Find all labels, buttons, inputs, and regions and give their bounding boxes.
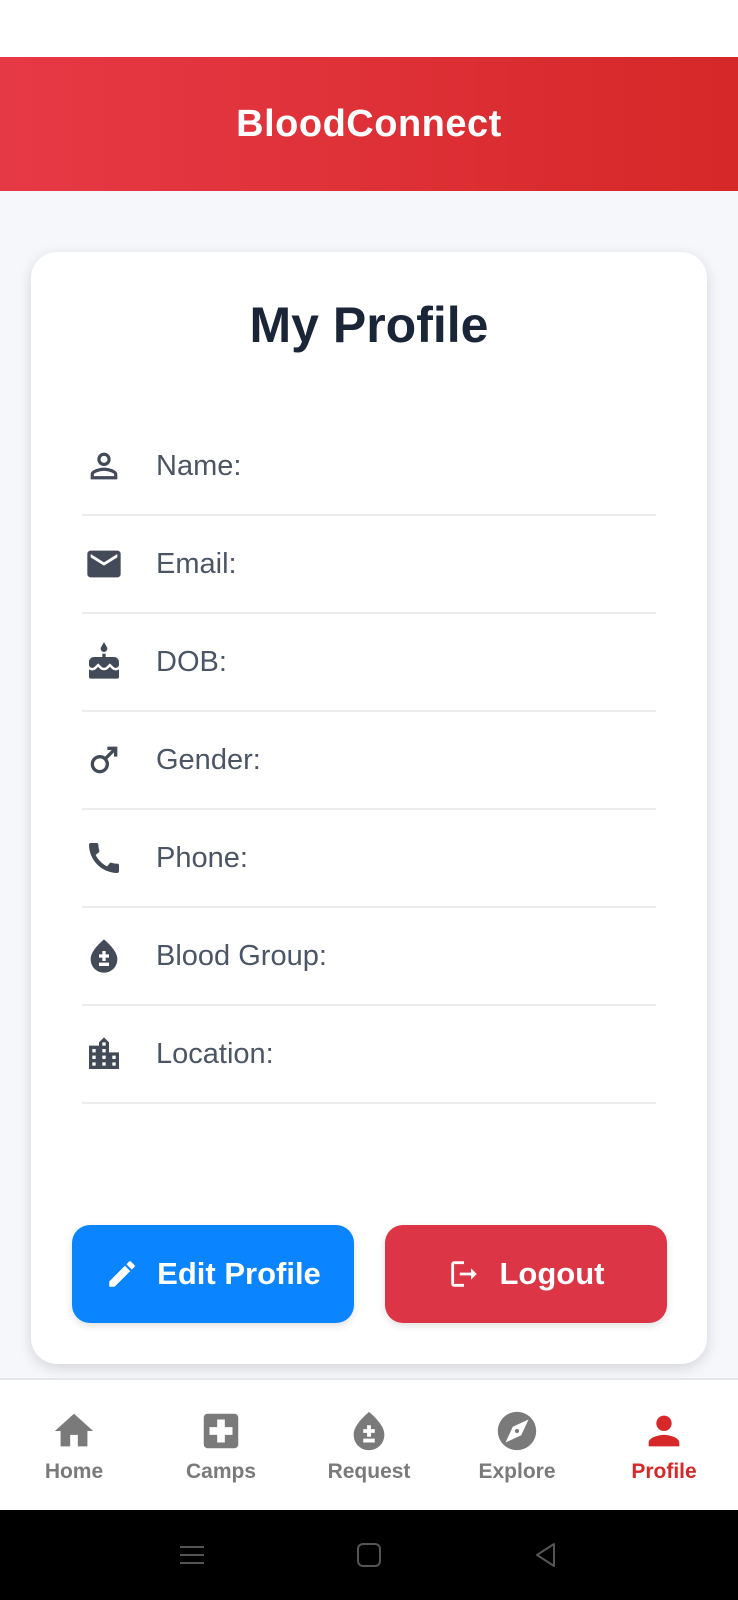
nav-label-profile: Profile [631,1460,697,1483]
field-row-gender: Gender: [82,712,656,810]
logout-icon [451,1261,478,1287]
back-icon[interactable] [530,1539,562,1571]
field-row-email: Email: [82,516,656,614]
field-row-dob: DOB: [82,614,656,712]
blood-drop-icon [84,936,124,976]
field-label-email: Email: [156,547,237,580]
male-icon [84,740,124,780]
phone-icon [84,838,124,878]
nav-label-explore: Explore [478,1460,556,1483]
home-button-icon[interactable] [353,1539,385,1571]
home-icon [54,1413,94,1447]
nav-label-home: Home [44,1460,104,1483]
nav-item-profile[interactable]: Profile [590,1380,738,1512]
page-title: My Profile [249,297,489,353]
location-city-icon [84,1034,124,1074]
logout-button[interactable]: Logout [385,1225,667,1323]
field-label-location: Location: [156,1037,274,1070]
bottom-nav: Home Camps Request Explore Profile [0,1378,738,1510]
field-label-phone: Phone: [156,841,248,874]
field-label-name: Name: [156,449,242,482]
field-label-gender: Gender: [156,743,261,776]
nav-item-request[interactable]: Request [295,1380,443,1512]
app-header: BloodConnect [0,57,738,191]
camps-icon [203,1413,239,1449]
nav-item-home[interactable]: Home [0,1380,148,1512]
app-title: BloodConnect [236,102,502,145]
email-icon [84,544,124,584]
nav-label-request: Request [327,1460,411,1483]
nav-item-explore[interactable]: Explore [443,1380,591,1512]
field-label-dob: DOB: [156,645,227,678]
system-nav-bar [0,1510,738,1600]
nav-label-camps: Camps [185,1460,257,1483]
field-row-blood-group: Blood Group: [82,908,656,1006]
field-label-blood-group: Blood Group: [156,939,327,972]
profile-icon [648,1415,680,1447]
field-row-location: Location: [82,1006,656,1104]
request-icon [353,1411,385,1451]
edit-profile-label: Edit Profile [157,1256,321,1291]
recents-icon[interactable] [176,1539,208,1571]
edit-profile-button[interactable]: Edit Profile [72,1225,354,1323]
explore-icon [497,1411,537,1451]
pencil-icon [109,1261,135,1287]
field-row-name: Name: [82,418,656,516]
cake-icon [84,642,124,682]
status-bar [0,0,738,57]
person-icon [84,446,124,486]
logout-label: Logout [499,1256,605,1291]
nav-item-camps[interactable]: Camps [147,1380,295,1512]
field-row-phone: Phone: [82,810,656,908]
